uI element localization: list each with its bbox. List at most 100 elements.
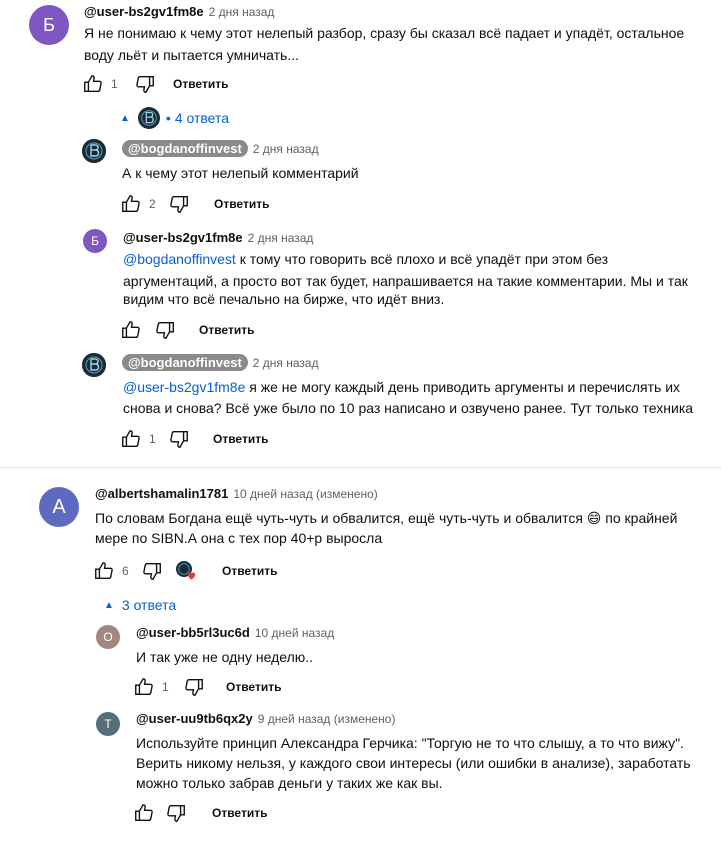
comment-time[interactable]: 2 дня назад — [253, 142, 319, 156]
avatar[interactable]: Б — [83, 229, 107, 253]
comment-text-segment: По словам Богдана ещё чуть-чуть и обвали… — [95, 510, 583, 526]
avatar[interactable] — [82, 353, 106, 377]
dislike-button[interactable] — [164, 801, 188, 825]
like-button[interactable] — [119, 318, 143, 342]
thumbs-up-icon — [122, 321, 140, 339]
thumbs-up-icon — [122, 195, 140, 213]
creator-avatar — [137, 107, 160, 129]
thumbs-down-icon — [185, 678, 203, 696]
avatar[interactable]: Б — [29, 5, 69, 45]
comment-text-line: @bogdanoffinvest к тому что говорить всё… — [123, 248, 608, 270]
comment-time[interactable]: 2 дня назад — [253, 356, 319, 370]
mention-link[interactable]: @user-bs2gv1fm8e — [123, 379, 245, 395]
dislike-button[interactable] — [167, 192, 191, 216]
comment-author[interactable]: @bogdanoffinvest — [122, 140, 248, 157]
dislike-button[interactable] — [133, 72, 157, 96]
comment-actions — [132, 801, 188, 825]
avatar-letter: О — [103, 630, 113, 644]
dot-separator: • — [165, 110, 171, 126]
creator-heart — [176, 560, 198, 582]
comment-text-line: Я не понимаю к чему этот нелепый разбор,… — [84, 25, 685, 41]
reply-button[interactable]: Ответить — [173, 77, 228, 91]
comment-actions: 1 — [81, 72, 157, 96]
heart-icon — [187, 572, 196, 580]
thumbs-down-icon — [167, 804, 185, 822]
comment-author[interactable]: @user-bs2gv1fm8e — [84, 4, 204, 19]
comment-text-line: И так уже не одну неделю.. — [136, 649, 314, 665]
comment-text-segment: по крайней — [605, 510, 678, 526]
thumbs-down-icon — [170, 195, 188, 213]
comment-actions: 1 — [132, 675, 206, 699]
comment-time[interactable]: 9 дней назад (изменено) — [258, 712, 396, 726]
avatar-letter: A — [52, 495, 66, 518]
comment-text-line: воду льёт и пытается умничать... — [84, 47, 299, 63]
comment-actions: 1 — [119, 427, 191, 451]
emoji: 😄 — [586, 510, 602, 526]
comment-text-segment: к тому что говорить всё плохо и всё упад… — [235, 251, 609, 267]
thumbs-up-icon — [84, 75, 102, 93]
thumbs-down-icon — [170, 430, 188, 448]
avatar[interactable]: A — [39, 487, 79, 527]
avatar[interactable]: О — [96, 625, 120, 649]
like-button[interactable] — [119, 427, 143, 451]
like-button[interactable] — [92, 559, 116, 583]
comment-text-line: мере по SIBN.А она с тех пор 40+р выросл… — [95, 530, 383, 546]
dislike-button[interactable] — [182, 675, 206, 699]
like-count: 1 — [111, 77, 118, 91]
comment-time[interactable]: 2 дня назад — [248, 231, 314, 245]
comment-text-line: По словам Богдана ещё чуть-чуть и обвали… — [95, 507, 677, 529]
comment-text-line: видим что всё печально на бирже, что идё… — [123, 291, 445, 307]
comment-author[interactable]: @user-uu9tb6qx2y — [136, 711, 253, 726]
caret-up-icon: ▲ — [120, 112, 130, 124]
like-count: 6 — [122, 564, 129, 578]
comment-time[interactable]: 10 дней назад (изменено) — [233, 487, 377, 501]
thumbs-up-icon — [95, 562, 113, 580]
bogdanoff-logo-icon — [138, 107, 159, 129]
comment-author[interactable]: @bogdanoffinvest — [122, 354, 248, 371]
comment-text-line: А к чему этот нелепый комментарий — [122, 165, 359, 181]
replies-toggle[interactable]: ▲ • 4 ответа — [120, 107, 229, 129]
like-count: 1 — [149, 432, 156, 446]
thumbs-up-icon — [135, 678, 153, 696]
dislike-button[interactable] — [153, 318, 177, 342]
avatar[interactable]: Т — [96, 712, 120, 736]
comment-text-segment: я же не могу каждый день приводить аргум… — [245, 379, 681, 395]
reply-button[interactable]: Ответить — [222, 564, 277, 578]
like-button[interactable] — [81, 72, 105, 96]
comment-actions: 2 — [119, 192, 191, 216]
bogdanoff-logo-icon — [82, 139, 106, 163]
reply-button[interactable]: Ответить — [226, 680, 281, 694]
like-button[interactable] — [132, 675, 156, 699]
replies-toggle[interactable]: ▲ 3 ответа — [104, 597, 176, 613]
comment-text-line: Верить никому нельзя, у каждого свои инт… — [136, 755, 691, 771]
dislike-button[interactable] — [140, 559, 164, 583]
section-divider — [0, 467, 721, 468]
comment-author[interactable]: @user-bs2gv1fm8e — [123, 230, 243, 245]
reply-button[interactable]: Ответить — [199, 323, 254, 337]
comment-author[interactable]: @albertshamalin1781 — [95, 486, 228, 501]
replies-count-label: 4 ответа — [174, 110, 230, 126]
comment-time[interactable]: 2 дня назад — [209, 5, 275, 19]
comment-actions — [119, 318, 177, 342]
bogdanoff-logo-icon — [82, 353, 106, 377]
comment-text-line: @user-bs2gv1fm8e я же не могу каждый ден… — [123, 376, 680, 398]
replies-count-label: 3 ответа — [121, 597, 177, 613]
like-count: 2 — [149, 197, 156, 211]
avatar-letter: Т — [104, 717, 112, 731]
thumbs-up-icon — [135, 804, 153, 822]
comment-text-line: можно только забрав деньги у таких же ка… — [136, 775, 443, 791]
reply-button[interactable]: Ответить — [212, 806, 267, 820]
mention-link[interactable]: @bogdanoffinvest — [123, 251, 236, 267]
thumbs-down-icon — [156, 321, 174, 339]
reply-button[interactable]: Ответить — [213, 432, 268, 446]
comment-time[interactable]: 10 дней назад — [255, 626, 334, 640]
like-button[interactable] — [132, 801, 156, 825]
reply-button[interactable]: Ответить — [214, 197, 269, 211]
like-button[interactable] — [119, 192, 143, 216]
comment-author[interactable]: @user-bb5rl3uc6d — [136, 625, 250, 640]
thumbs-down-icon — [143, 562, 161, 580]
avatar[interactable] — [82, 139, 106, 163]
thumbs-down-icon — [136, 75, 154, 93]
comment-text-line: снова и снова? Всё уже было по 10 раз на… — [123, 400, 694, 416]
dislike-button[interactable] — [167, 427, 191, 451]
